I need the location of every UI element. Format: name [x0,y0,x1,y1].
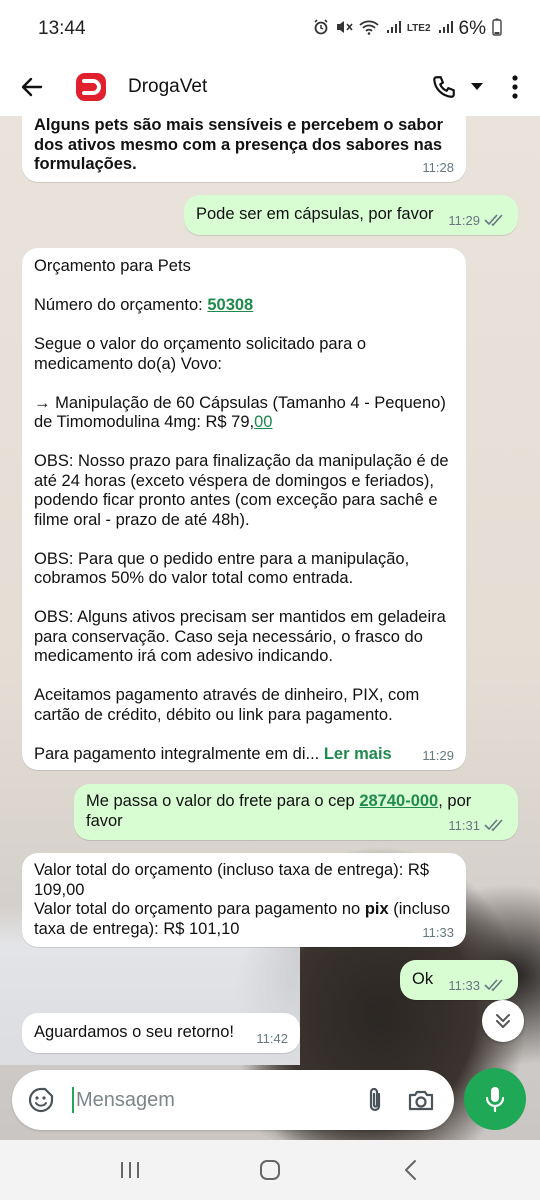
total-price-line: Valor total do orçamento (incluso taxa d… [34,861,429,899]
mute-icon [335,19,353,39]
message-time: 11:33 [422,924,454,940]
message-bubble-incoming[interactable]: Valor total do orçamento (incluso taxa d… [22,853,466,947]
quote-obs-deadline: OBS: Nosso prazo para finalização da man… [34,452,449,529]
quote-intro: Segue o valor do orçamento solicitado pa… [34,335,367,373]
battery-icon [492,18,502,40]
home-button[interactable] [240,1150,300,1190]
caret-down-icon [471,83,483,90]
message-input[interactable] [74,1080,352,1120]
more-vertical-icon [512,75,518,99]
message-bubble-incoming[interactable]: Orçamento para Pets Número do orçamento:… [22,248,466,770]
message-text: Alguns pets são mais sensíveis e percebe… [34,116,444,173]
status-time: 13:44 [38,18,86,39]
call-options-button[interactable] [464,58,490,116]
sticker-emoji-icon [28,1087,54,1113]
price-cents-link[interactable]: 00 [254,413,272,431]
attach-button[interactable] [352,1086,398,1114]
message-text: Aguardamos o seu retorno! [34,1023,234,1041]
camera-button[interactable] [398,1088,444,1112]
nav-back-icon [405,1160,416,1180]
phone-icon [433,76,455,98]
message-time: 11:29 [422,747,454,763]
contact-avatar[interactable] [74,70,108,104]
scroll-to-bottom-button[interactable] [482,1000,524,1042]
quote-obs-deposit: OBS: Para que o pedido entre para a mani… [34,549,410,588]
read-receipt-icon [484,979,503,992]
message-bubble-incoming[interactable]: Aguardamos o seu retorno! 11:42 [22,1013,300,1053]
quote-item: → Manipulação de 60 Cápsulas (Tamanho 4 … [34,393,446,432]
message-time: 11:28 [422,159,454,175]
message-composer [12,1070,454,1130]
wifi-icon [359,19,379,39]
message-bubble-incoming[interactable]: Alguns pets são mais sensíveis e percebe… [22,104,466,182]
read-more-link[interactable]: Ler mais [324,745,392,763]
system-navigation-bar [0,1140,540,1200]
message-bubble-outgoing[interactable]: Ok 11:33 [400,960,518,1000]
pix-price-line: Valor total do orçamento para pagamento … [34,900,451,938]
quote-payment: Aceitamos pagamento através de dinheiro,… [34,686,420,724]
lte-label: LTE2 [406,23,431,34]
voice-record-button[interactable] [464,1068,526,1130]
microphone-icon [485,1087,505,1113]
contact-name[interactable]: DrogaVet [128,76,207,98]
paperclip-icon [369,1087,381,1112]
message-text: Me passa o valor do frete para o cep 287… [86,792,472,830]
quote-obs-storage: OBS: Alguns ativos precisam ser mantidos… [34,608,446,665]
camera-icon [408,1090,434,1111]
double-chevron-down-icon [496,1014,510,1028]
back-arrow-icon [21,77,43,97]
message-time: 11:31 [448,816,506,836]
message-time: 11:42 [256,1030,288,1046]
read-receipt-icon [484,214,503,227]
message-bubble-outgoing[interactable]: Me passa o valor do frete para o cep 287… [74,784,518,840]
quote-number-link[interactable]: 50308 [207,296,253,314]
read-receipt-icon [484,819,503,832]
message-bubble-outgoing[interactable]: Pode ser em cápsulas, por favor 11:29 [184,195,518,235]
signal-icon-2 [437,19,453,39]
more-options-button[interactable] [490,58,540,116]
nav-back-button[interactable] [380,1150,440,1190]
quote-truncated: Para pagamento integralmente em di... Le… [34,744,392,763]
quote-title: Orçamento para Pets [34,257,191,275]
message-time: 11:29 [448,211,506,231]
alarm-icon [313,19,329,39]
emoji-button[interactable] [12,1086,70,1114]
quote-number-line: Número do orçamento: 50308 [34,296,254,314]
status-icons: LTE2 6% [313,18,502,40]
recent-apps-button[interactable] [100,1150,160,1190]
drogavet-logo-icon [76,73,106,101]
home-icon [260,1160,280,1180]
signal-icon [385,19,401,39]
battery-percent: 6% [458,18,486,39]
status-bar: 13:44 LTE2 6% [0,0,540,58]
message-time: 11:33 [448,976,506,996]
cep-link[interactable]: 28740-000 [359,792,438,810]
recent-apps-icon [121,1162,139,1178]
